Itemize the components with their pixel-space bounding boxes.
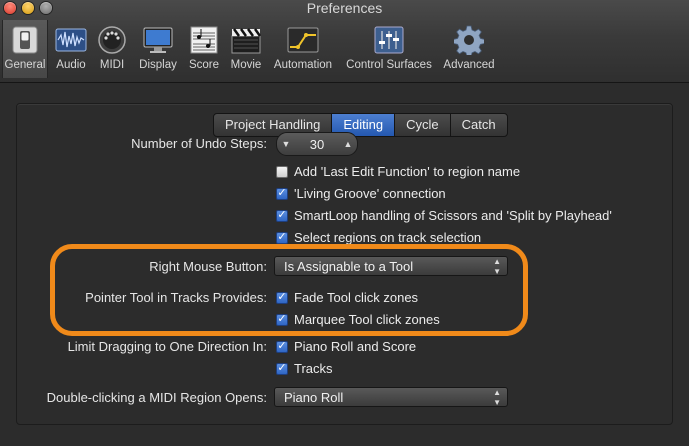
toolbar-item-movie[interactable]: Movie [227,20,265,78]
right-mouse-button-value: Is Assignable to a Tool [284,259,414,274]
piano-roll-score-checkbox[interactable]: ✓ [276,340,288,353]
tab-cycle[interactable]: Cycle [395,114,451,136]
undo-steps-stepper[interactable]: ▼ 30 ▲ [276,132,358,156]
toolbar-item-control-surfaces[interactable]: Control Surfaces [343,20,435,78]
toolbar-item-automation[interactable]: Automation [270,20,336,78]
smartloop-checkbox[interactable]: ✓ [276,209,288,222]
add-last-edit-label: Add 'Last Edit Function' to region name [294,164,521,179]
undo-steps-label: Number of Undo Steps: [131,136,267,151]
toolbar-item-score[interactable]: Score [186,20,222,78]
automation-icon [287,24,319,56]
living-groove-label: 'Living Groove' connection [294,186,446,201]
select-regions-label: Select regions on track selection [294,230,482,245]
monitor-icon [142,24,174,56]
living-groove-checkbox[interactable]: ✓ [276,187,288,200]
pointer-tool-label: Pointer Tool in Tracks Provides: [85,290,267,305]
window-titlebar: Preferences General Audio MIDI Display S… [0,0,689,83]
marquee-tool-checkbox[interactable]: ✓ [276,313,288,326]
tab-catch[interactable]: Catch [451,114,507,136]
fade-tool-label: Fade Tool click zones [294,290,419,305]
select-regions-checkbox[interactable]: ✓ [276,231,288,244]
popup-arrows-icon: ▲ ▼ [493,388,501,407]
smartloop-checkbox-row[interactable]: ✓ SmartLoop handling of Scissors and 'Sp… [276,208,612,223]
sheet-music-icon [188,24,220,56]
faders-icon [373,24,405,56]
right-mouse-button-label: Right Mouse Button: [149,259,267,274]
gear-icon [453,24,485,56]
toolbar-item-general[interactable]: General [2,20,48,78]
limit-dragging-label: Limit Dragging to One Direction In: [67,339,267,354]
piano-roll-score-label: Piano Roll and Score [294,339,417,354]
tracks-label: Tracks [294,361,333,376]
midi-connector-icon [96,24,128,56]
double-click-popup[interactable]: Piano Roll ▲ ▼ [274,387,508,407]
marquee-tool-label: Marquee Tool click zones [294,312,440,327]
right-mouse-button-popup[interactable]: Is Assignable to a Tool ▲ ▼ [274,256,508,276]
clapperboard-icon [230,24,262,56]
popup-arrows-icon: ▲ ▼ [493,257,501,276]
fade-tool-checkbox-row[interactable]: ✓ Fade Tool click zones [276,290,418,305]
add-last-edit-checkbox-row[interactable]: ✓ Add 'Last Edit Function' to region nam… [276,164,520,179]
window-title: Preferences [306,0,383,16]
decrement-arrow-icon[interactable]: ▼ [277,139,295,149]
tracks-checkbox-row[interactable]: ✓ Tracks [276,361,333,376]
increment-arrow-icon[interactable]: ▲ [339,139,357,149]
double-click-label: Double-clicking a MIDI Region Opens: [46,390,267,405]
toolbar-item-advanced[interactable]: Advanced [441,20,497,78]
toolbar-item-midi[interactable]: MIDI [96,20,128,78]
tracks-checkbox[interactable]: ✓ [276,362,288,375]
toolbar-item-display[interactable]: Display [136,20,180,78]
toolbar-item-audio[interactable]: Audio [52,20,90,78]
add-last-edit-checkbox[interactable]: ✓ [276,165,288,178]
select-regions-checkbox-row[interactable]: ✓ Select regions on track selection [276,230,481,245]
preferences-tab-bar: Project Handling Editing Cycle Catch [213,113,508,137]
undo-steps-value: 30 [309,136,325,152]
waveform-icon [55,24,87,56]
switch-icon [9,24,41,56]
piano-roll-score-checkbox-row[interactable]: ✓ Piano Roll and Score [276,339,416,354]
marquee-tool-checkbox-row[interactable]: ✓ Marquee Tool click zones [276,312,440,327]
smartloop-label: SmartLoop handling of Scissors and 'Spli… [294,208,612,223]
living-groove-checkbox-row[interactable]: ✓ 'Living Groove' connection [276,186,446,201]
double-click-value: Piano Roll [284,390,344,405]
fade-tool-checkbox[interactable]: ✓ [276,291,288,304]
